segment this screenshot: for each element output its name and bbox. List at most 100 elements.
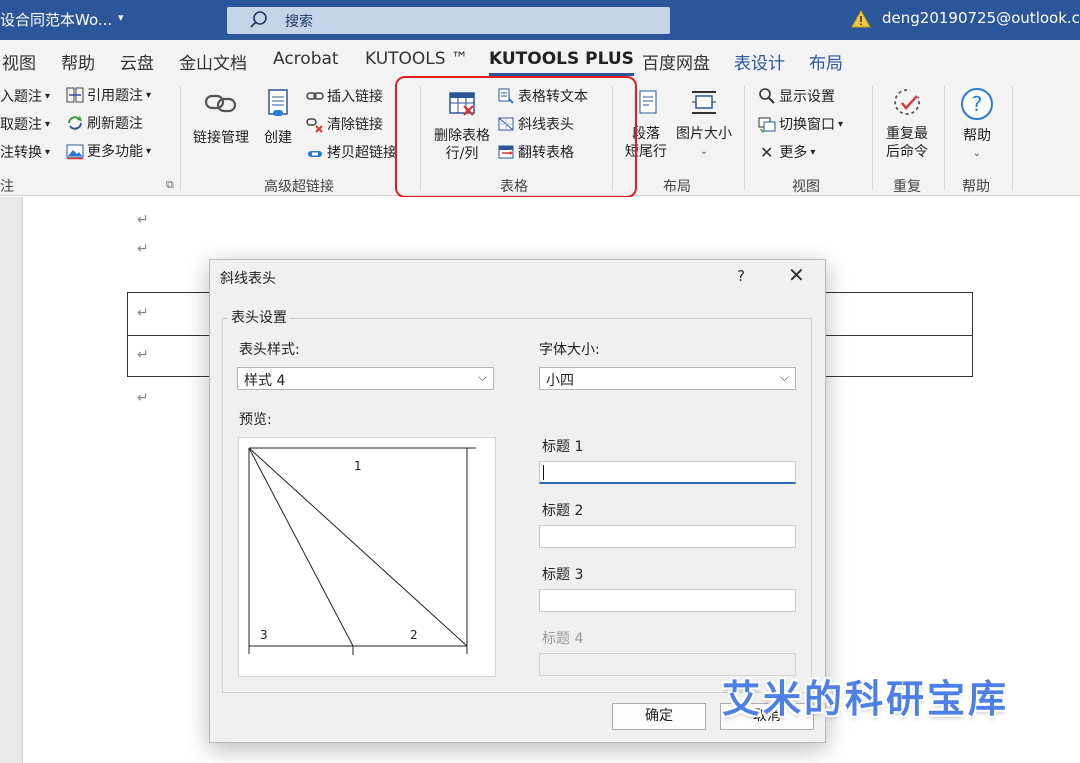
diagonal-preview: 1 2 3	[248, 447, 476, 655]
ok-button[interactable]: 确定	[612, 703, 706, 730]
repeat-label-1: 重复最	[886, 126, 928, 142]
title-3-input[interactable]	[539, 589, 796, 612]
get-caption-button[interactable]: 取题注 ▾	[0, 114, 50, 134]
switch-window-label: 切换窗口	[779, 117, 835, 133]
dialog-title-bar[interactable]: 斜线表头 ? ✕	[210, 260, 825, 294]
table-cell-mark: ↵	[137, 347, 149, 363]
repeat-last-command-button[interactable]: 重复最 后命令	[882, 86, 932, 161]
chevron-down-icon: ⌵	[477, 370, 487, 384]
paragraph-mark: ↵	[137, 390, 149, 406]
tab-kutools-plus[interactable]: KUTOOLS PLUS	[489, 49, 634, 76]
refresh-icon	[68, 116, 82, 130]
get-caption-label: 取题注	[0, 117, 42, 133]
font-size-label: 字体大小:	[539, 342, 600, 358]
account-email[interactable]: deng20190725@outlook.co	[882, 9, 1080, 27]
create-link-button[interactable]: 创建	[260, 88, 296, 147]
refresh-caption-label: 刷新题注	[87, 116, 143, 132]
copy-hyperlink-label: 拷贝超链接	[327, 145, 397, 161]
search-icon	[250, 11, 267, 28]
title-1-label: 标题 1	[542, 439, 584, 455]
clear-link-button[interactable]: 清除链接	[306, 114, 383, 134]
caption-group-label: 注	[0, 179, 14, 195]
switch-window-button[interactable]: 切换窗口 ▾	[758, 114, 843, 134]
title-1-input[interactable]	[539, 461, 796, 484]
word-window: 设合同范本Wo... ▾ 搜索 deng20190725@outlook.co …	[0, 0, 1080, 763]
convert-caption-button[interactable]: 注转换 ▾	[0, 142, 50, 162]
copy-hyperlink-button[interactable]: 拷贝超链接	[306, 142, 397, 162]
text-caret	[543, 465, 544, 480]
link-manage-button[interactable]: 链接管理	[190, 88, 252, 147]
refresh-caption-button[interactable]: 刷新题注	[66, 113, 143, 133]
preview-number-3: 3	[260, 628, 268, 642]
paragraph-mark: ↵	[137, 241, 149, 257]
title-3-label: 标题 3	[542, 567, 584, 583]
cross-reference-icon	[66, 87, 84, 103]
title-2-label: 标题 2	[542, 503, 584, 519]
title-bar: 设合同范本Wo... ▾ 搜索 deng20190725@outlook.co	[0, 0, 1080, 40]
picture-size-button[interactable]: 图片大小 ⌄	[674, 88, 734, 161]
dialog-close-button[interactable]: ✕	[788, 265, 805, 285]
tab-cloud[interactable]: 云盘	[120, 49, 154, 74]
tab-table-design[interactable]: 表设计	[734, 49, 785, 74]
tab-baidu-netdisk[interactable]: 百度网盘	[642, 49, 710, 74]
tab-kutools[interactable]: KUTOOLS ™	[365, 49, 468, 69]
ribbon-tabs: 视图 帮助 云盘 金山文档 Acrobat KUTOOLS ™ KUTOOLS …	[0, 40, 1080, 78]
preview-box: 1 2 3	[238, 437, 496, 677]
document-link-icon	[268, 89, 288, 116]
help-button[interactable]: ? 帮助 ⌄	[954, 86, 1000, 163]
display-settings-button[interactable]: 显示设置	[758, 86, 835, 106]
close-icon: ✕	[760, 142, 774, 162]
clear-link-label: 清除链接	[327, 117, 383, 133]
tab-acrobat[interactable]: Acrobat	[273, 49, 339, 69]
header-style-select[interactable]: 样式 4 ⌵	[237, 367, 494, 390]
tab-view[interactable]: 视图	[2, 49, 36, 74]
cross-reference-label: 引用题注	[87, 88, 143, 104]
search-box[interactable]: 搜索	[227, 7, 670, 34]
display-settings-label: 显示设置	[779, 89, 835, 105]
picture-size-icon	[692, 91, 716, 114]
preview-label: 预览:	[239, 412, 272, 428]
preview-number-1: 1	[354, 459, 362, 473]
more-features-button[interactable]: 更多功能 ▾	[66, 141, 151, 161]
group-separator	[180, 86, 181, 190]
search-placeholder: 搜索	[285, 14, 313, 30]
repeat-group-label: 重复	[893, 179, 921, 195]
title-dropdown-icon[interactable]: ▾	[118, 11, 124, 24]
tab-help[interactable]: 帮助	[61, 49, 95, 74]
paragraph-mark: ↵	[137, 212, 149, 228]
font-size-value: 小四	[546, 373, 574, 389]
insert-link-label: 插入链接	[327, 89, 383, 105]
group-separator	[944, 86, 945, 190]
title-2-input[interactable]	[539, 525, 796, 548]
more-features-label: 更多功能	[87, 144, 143, 160]
insert-caption-button[interactable]: 入题注 ▾	[0, 86, 50, 106]
dialog-launcher-icon[interactable]: ⧉	[166, 178, 174, 192]
cross-reference-button[interactable]: 引用题注 ▾	[66, 85, 151, 105]
dialog-help-button[interactable]: ?	[737, 267, 745, 285]
picture-size-label: 图片大小	[676, 126, 732, 142]
group-separator	[1012, 86, 1013, 190]
repeat-icon	[894, 89, 920, 115]
image-icon	[66, 144, 84, 160]
create-link-label: 创建	[264, 130, 292, 146]
warning-icon[interactable]	[851, 10, 871, 28]
group-separator	[744, 86, 745, 190]
magnifier-icon	[759, 88, 775, 104]
preview-number-2: 2	[410, 628, 418, 642]
insert-link-button[interactable]: 插入链接	[306, 86, 383, 106]
more-view-label: 更多	[779, 145, 808, 161]
tab-kingsoft-docs[interactable]: 金山文档	[179, 49, 247, 74]
convert-caption-label: 注转换	[0, 145, 42, 161]
table-cell-mark: ↵	[137, 305, 149, 321]
help-group-label: 帮助	[962, 179, 990, 195]
chevron-down-icon: ⌄	[972, 148, 982, 159]
chevron-down-icon: ⌵	[779, 370, 789, 384]
chevron-down-icon: ⌄	[699, 146, 709, 157]
font-size-select[interactable]: 小四 ⌵	[539, 367, 796, 390]
help-label: 帮助	[963, 128, 991, 144]
more-view-button[interactable]: ✕ 更多 ▾	[760, 142, 815, 162]
tab-layout[interactable]: 布局	[809, 49, 843, 74]
svg-text:?: ?	[972, 92, 983, 116]
header-style-label: 表头样式:	[239, 342, 300, 358]
watermark-text: 艾米的科研宝库	[722, 677, 1010, 721]
